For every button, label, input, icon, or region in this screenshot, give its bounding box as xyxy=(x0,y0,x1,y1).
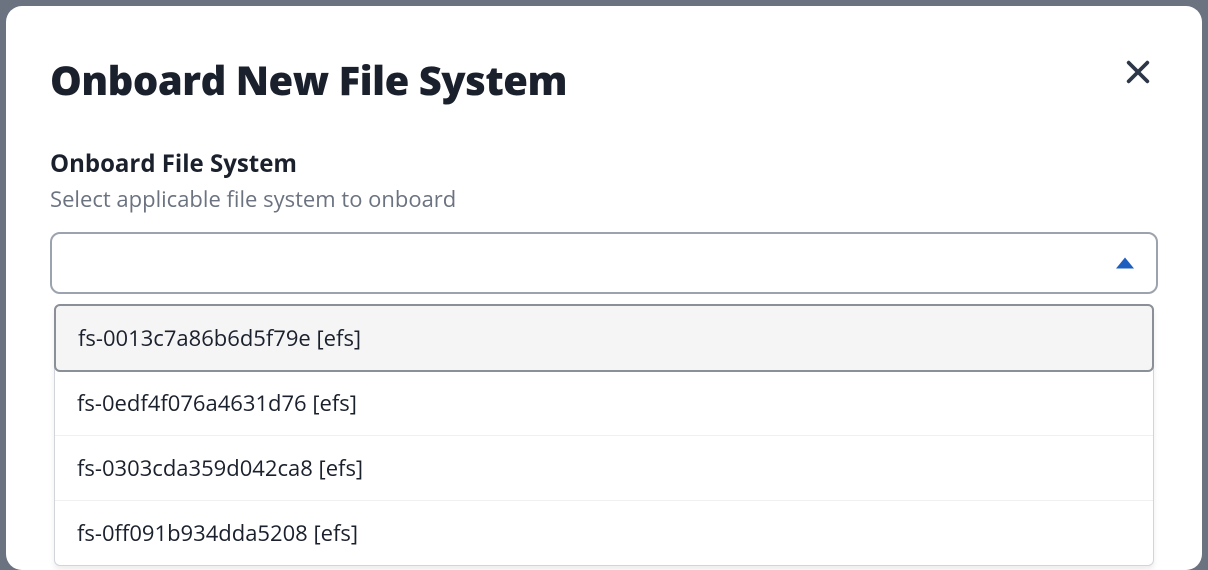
dropdown-option[interactable]: fs-0ff091b934dda5208 [efs] xyxy=(55,501,1153,565)
file-system-select[interactable] xyxy=(50,232,1158,294)
file-system-dropdown: fs-0013c7a86b6d5f79e [efs] fs-0edf4f076a… xyxy=(54,304,1154,566)
form-hint: Select applicable file system to onboard xyxy=(50,184,1158,214)
form-label: Onboard File System xyxy=(50,147,1158,180)
close-button[interactable] xyxy=(1118,52,1158,92)
onboard-file-system-modal: Onboard New File System Onboard File Sys… xyxy=(6,6,1202,570)
file-system-select-container: fs-0013c7a86b6d5f79e [efs] fs-0edf4f076a… xyxy=(50,232,1158,294)
modal-header: Onboard New File System xyxy=(50,52,1158,107)
caret-up-icon xyxy=(1116,258,1134,269)
dropdown-option[interactable]: fs-0edf4f076a4631d76 [efs] xyxy=(55,371,1153,436)
modal-title: Onboard New File System xyxy=(50,52,567,107)
dropdown-option[interactable]: fs-0303cda359d042ca8 [efs] xyxy=(55,436,1153,501)
form-section: Onboard File System Select applicable fi… xyxy=(50,147,1158,294)
close-icon xyxy=(1122,56,1154,88)
dropdown-option[interactable]: fs-0013c7a86b6d5f79e [efs] xyxy=(54,304,1154,372)
